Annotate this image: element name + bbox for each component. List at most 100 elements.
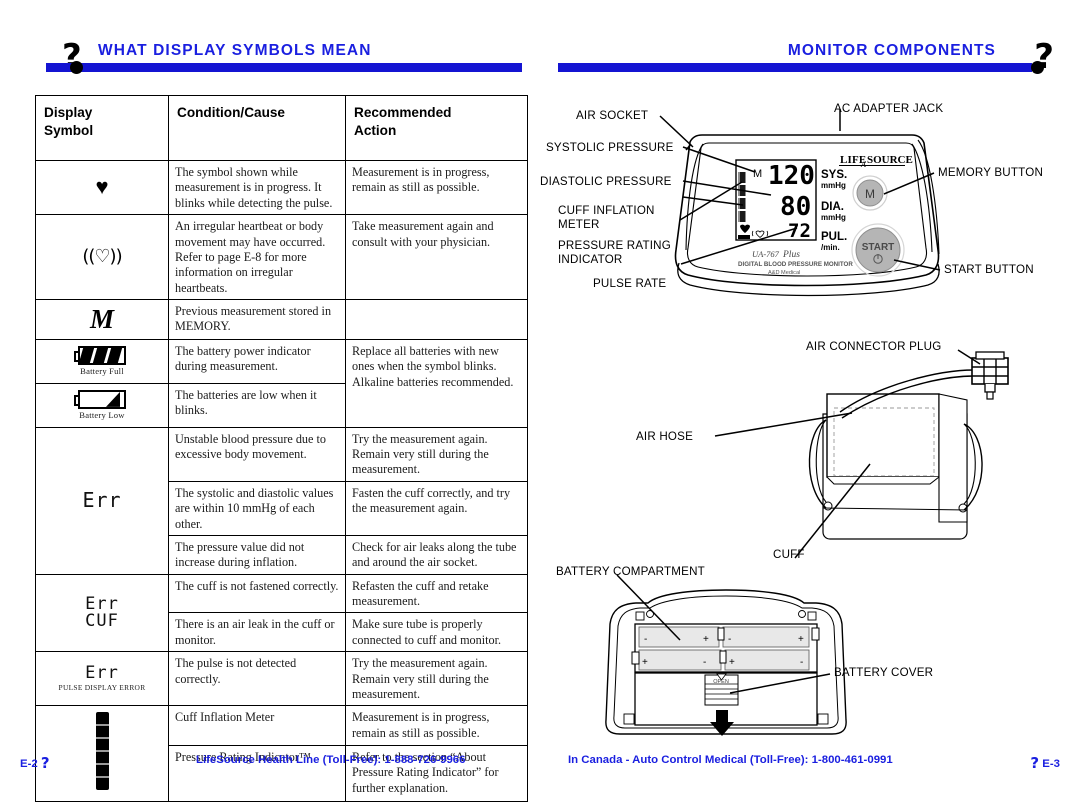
label-battery-cover: BATTERY COVER <box>834 666 934 679</box>
label-cuff-inflation-meter-line2: METER <box>558 218 600 231</box>
page-number-right: ? E-3 <box>1030 754 1060 772</box>
page-title: MONITOR COMPONENTS <box>787 42 996 59</box>
svg-text:PUL.: PUL. <box>821 231 847 243</box>
table-row: M Previous measurement stored in MEMORY. <box>35 299 528 340</box>
col-header-display-symbol: Display Symbol <box>35 95 169 161</box>
action-cell <box>345 299 528 340</box>
condition-cell: The symbol shown while measurement is in… <box>168 159 346 216</box>
svg-text:DIGITAL BLOOD PRESSURE MONITOR: DIGITAL BLOOD PRESSURE MONITOR <box>738 261 853 268</box>
label-air-socket: AIR SOCKET <box>576 109 649 122</box>
page-footer: E-2 ? LifeSource Health Line (Toll-Free)… <box>0 752 1080 772</box>
cuf-lcd-icon: CUF <box>85 610 119 631</box>
memory-m-icon: M <box>89 304 114 334</box>
svg-text:-: - <box>728 634 731 645</box>
left-page: ? WHAT DISPLAY SYMBOLS MEAN Display Symb… <box>0 0 540 802</box>
battery-diagram: - + - + + - + - OPEN BATTERY COMPARTMENT… <box>540 562 1080 757</box>
battery-full-icon <box>74 346 126 365</box>
question-mark-icon: ? <box>40 754 50 772</box>
table-header-row: Display Symbol Condition/Cause Recommend… <box>35 95 528 161</box>
display-symbols-table: Display Symbol Condition/Cause Recommend… <box>35 95 528 802</box>
svg-text:+: + <box>642 657 648 668</box>
err-lcd-icon: Err <box>82 488 122 513</box>
condition-cell: Previous measurement stored in MEMORY. <box>168 299 346 340</box>
irregular-heartbeat-icon: ((♡)) <box>82 245 122 267</box>
action-cell: Take measurement again and consult with … <box>345 214 528 300</box>
svg-text:START: START <box>862 242 895 253</box>
action-cell: Refasten the cuff and retake measurement… <box>345 573 528 614</box>
svg-text:/min.: /min. <box>821 243 840 252</box>
label-air-connector-plug: AIR CONNECTOR PLUG <box>806 340 942 353</box>
condition-cell: The battery power indicator during measu… <box>168 339 346 384</box>
svg-text:72: 72 <box>788 220 811 242</box>
condition-cell: There is an air leak in the cuff or moni… <box>168 612 346 653</box>
symbol-cell-battery-low: Battery Low <box>35 382 169 428</box>
svg-text:+: + <box>729 657 735 668</box>
svg-text:mmHg: mmHg <box>821 181 846 190</box>
page-number-left: E-2 ? <box>20 754 50 772</box>
question-mark-dot-icon <box>1031 61 1044 74</box>
svg-text:OPEN: OPEN <box>713 679 729 685</box>
battery-drawing: - + - + + - + - OPEN <box>605 574 847 736</box>
left-page-header: ? WHAT DISPLAY SYMBOLS MEAN <box>20 26 522 76</box>
right-page-header: ? MONITOR COMPONENTS <box>558 26 1058 76</box>
label-pressure-rating-indicator-line2: INDICATOR <box>558 253 623 266</box>
svg-text:mmHg: mmHg <box>821 213 846 222</box>
page-number-right-text: E-3 <box>1042 758 1060 770</box>
svg-text:+: + <box>798 634 804 645</box>
symbol-cell-err-pulse: Err PULSE DISPLAY ERROR <box>35 651 169 707</box>
label-ac-adapter-jack: AC ADAPTER JACK <box>834 102 944 115</box>
col-header-line2: Action <box>354 122 397 138</box>
cuff-diagram: AIR CONNECTOR PLUG AIR HOSE CUFF <box>540 336 1080 568</box>
label-pulse-rate: PULSE RATE <box>593 277 667 290</box>
cuff-drawing <box>714 349 1009 559</box>
label-battery-compartment: BATTERY COMPARTMENT <box>556 565 705 578</box>
col-header-line1: Display <box>44 105 93 120</box>
symbol-caption: Battery Low <box>79 409 125 420</box>
condition-cell: The pressure value did not increase duri… <box>168 534 346 575</box>
monitor-diagram: M 120 80 72 SYS. mmHg DIA. mmHg PUL. /mi… <box>540 100 1080 345</box>
label-cuff: CUFF <box>773 548 805 561</box>
condition-cell: The cuff is not fastened correctly. <box>168 573 346 614</box>
condition-cell: Unstable blood pressure due to excessive… <box>168 426 346 482</box>
condition-cell: The pulse is not detected correctly. <box>168 651 346 707</box>
condition-cell: An irregular heartbeat or body movement … <box>168 214 346 300</box>
action-cell: Check for air leaks along the tube and a… <box>345 534 528 575</box>
svg-text:M: M <box>865 187 875 201</box>
svg-text:-: - <box>800 657 803 668</box>
header-rule <box>46 63 522 72</box>
symbol-cell-err: Err <box>35 426 169 575</box>
table-row: Battery Full The battery power indicator… <box>35 339 528 428</box>
svg-text:Plus: Plus <box>782 250 800 260</box>
svg-text:-: - <box>644 634 647 645</box>
svg-text:80: 80 <box>780 192 811 222</box>
condition-cell: The systolic and diastolic values are wi… <box>168 480 346 536</box>
label-pressure-rating-indicator-line1: PRESSURE RATING <box>558 239 671 252</box>
svg-text:-: - <box>703 657 706 668</box>
symbol-cell-heart: ♥ <box>35 159 169 216</box>
label-air-hose: AIR HOSE <box>636 430 694 443</box>
condition-cell: The batteries are low when it blinks. <box>168 382 346 428</box>
page-title: WHAT DISPLAY SYMBOLS MEAN <box>98 42 372 59</box>
table-row: Err PULSE DISPLAY ERROR The pulse is not… <box>35 651 528 707</box>
table-row: ((♡)) An irregular heartbeat or body mov… <box>35 214 528 300</box>
condition-cell: Cuff Inflation Meter <box>168 705 346 747</box>
err-lcd-icon: Err <box>85 662 119 683</box>
symbol-cell-irregular-heartbeat: ((♡)) <box>35 214 169 300</box>
label-diastolic-pressure: DIASTOLIC PRESSURE <box>540 175 672 188</box>
right-page: ? MONITOR COMPONENTS M 120 80 72 SYS. mm… <box>540 0 1080 789</box>
footer-text-left: LifeSource Health Line (Toll-Free): 1-88… <box>196 754 466 766</box>
symbol-caption: PULSE DISPLAY ERROR <box>58 683 146 693</box>
action-cell: Make sure tube is properly connected to … <box>345 612 528 653</box>
label-cuff-inflation-meter-line1: CUFF INFLATION <box>558 204 655 217</box>
action-cell: Try the measurement again. Remain very s… <box>345 651 528 707</box>
table-row: Cuff Inflation Meter Measurement is in p… <box>35 705 528 802</box>
svg-text:A: A <box>860 160 866 169</box>
label-systolic-pressure: SYSTOLIC PRESSURE <box>546 141 674 154</box>
svg-text:SOURCE: SOURCE <box>867 154 913 166</box>
page-number-left-text: E-2 <box>20 758 38 770</box>
svg-text:120: 120 <box>768 161 815 191</box>
svg-text:+: + <box>703 634 709 645</box>
action-cell: Try the measurement again. Remain very s… <box>345 426 528 482</box>
svg-text:SYS.: SYS. <box>821 169 847 181</box>
action-cell: Fasten the cuff correctly, and try the m… <box>345 480 528 536</box>
